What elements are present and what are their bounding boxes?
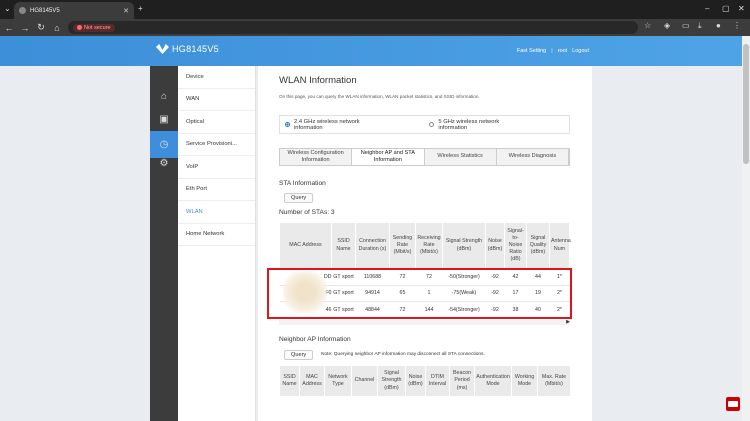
menu-item-wlan[interactable]: WLAN — [178, 201, 255, 224]
sidebar-menu: Device WAN Optical Service Provisioni...… — [178, 66, 256, 421]
menu-item-optical[interactable]: Optical — [178, 111, 255, 134]
sta-column-header: Connection Duration (s) — [355, 222, 390, 269]
device-model: HG8145V5 — [172, 44, 219, 54]
neighbor-column-header: Authentication Mode — [474, 365, 512, 397]
neighbor-column-header: Working Mode — [511, 365, 538, 397]
favicon-icon — [19, 7, 26, 14]
menu-item-service-provisioning[interactable]: Service Provisioni... — [178, 134, 255, 156]
sta-column-header: Signal Strength (dBm) — [442, 222, 486, 269]
sta-query-button[interactable]: Query — [284, 193, 314, 203]
reload-icon[interactable]: ↻ — [34, 22, 48, 33]
extension-icon[interactable]: ◈ — [664, 21, 670, 30]
sta-column-header: Antenna Num — [549, 222, 571, 269]
neighbor-column-header: Beacon Period (ms) — [449, 365, 475, 397]
gear-icon[interactable]: ⚙ — [150, 152, 178, 174]
new-tab-icon[interactable]: + — [138, 4, 143, 13]
neighbor-column-header: MAC Address — [299, 365, 325, 397]
app-header: HG8145V5 Fast Setting | root Logout — [0, 36, 750, 66]
address-bar-row: ← → ↻ ⌂ Not secure — [0, 19, 750, 36]
sta-section-title: STA Information — [279, 180, 326, 187]
tab-search-icon[interactable]: ⌄ — [4, 4, 11, 13]
video-logo-icon — [726, 397, 740, 411]
forward-icon[interactable]: → — [18, 23, 32, 33]
warning-icon — [77, 25, 82, 30]
main-content: WLAN Information On this page, you can q… — [258, 66, 592, 421]
radio-2-4ghz-label: 2.4 GHz wireless network information — [293, 118, 360, 131]
profile-icon[interactable]: ● — [716, 21, 721, 30]
menu-item-eth-port[interactable]: Eth Port — [178, 179, 255, 201]
table-horizontal-scrollbar[interactable]: ▶ — [279, 319, 570, 325]
radio-checked-icon[interactable] — [285, 122, 290, 127]
back-icon[interactable]: ← — [2, 23, 16, 33]
page-description: On this page, you can query the WLAN inf… — [279, 94, 480, 99]
download-icon[interactable]: ⤓ — [698, 21, 702, 31]
radio-5ghz-label: 5 GHz wireless network information — [438, 118, 500, 131]
menu-item-voip[interactable]: VoIP — [178, 156, 255, 179]
sta-column-header: Noise (dBm) — [485, 222, 505, 269]
username: root — [557, 48, 568, 54]
page-title: WLAN Information — [279, 75, 357, 86]
minimize-icon[interactable]: – — [705, 4, 709, 13]
advanced-icon[interactable]: ▣ — [150, 108, 178, 130]
neighbor-column-header: SSID Name — [279, 365, 300, 397]
logout-link[interactable]: Logout — [572, 48, 589, 54]
not-secure-label: Not secure — [84, 24, 111, 31]
neighbor-note: Note: Querying neighbor AP information m… — [321, 352, 485, 357]
tab-title: HG8145V5 — [30, 7, 60, 14]
tab-neighbor-ap-sta[interactable]: Neighbor AP and STA Information — [352, 149, 425, 165]
huawei-logo: HG8145V5 — [156, 44, 219, 54]
menu-item-device[interactable]: Device — [178, 66, 255, 89]
sidepanel-icon[interactable]: ▭ — [682, 21, 690, 30]
radio-5ghz[interactable]: 5 GHz wireless network information — [429, 119, 529, 131]
radio-unchecked-icon[interactable] — [429, 122, 435, 127]
huawei-flower-icon — [156, 44, 169, 54]
menu-item-home-network[interactable]: Home Network — [178, 224, 255, 246]
fast-setting-link[interactable]: Fast Setting — [517, 48, 546, 54]
neighbor-column-header: Max. Rate (Mbit/s) — [537, 365, 571, 397]
scroll-right-icon[interactable]: ▶ — [566, 319, 570, 325]
browser-tab[interactable]: HG8145V5 ✕ — [14, 2, 134, 19]
sta-column-header: MAC Address — [279, 222, 332, 269]
neighbor-column-header: Signal Strength (dBm) — [377, 365, 406, 397]
neighbor-query-button[interactable]: Query — [284, 350, 314, 360]
sta-column-header: Sending Rate (Mbit/s) — [389, 222, 416, 269]
sta-count: Number of STAs: 3 — [279, 209, 335, 216]
neighbor-table: SSID Name MAC Address Network Type Channel S… — [279, 365, 571, 397]
info-tabs: Wireless Configuration Information Neigh… — [279, 148, 570, 166]
sidebar-icon-bar: ⌂ ▣ ◷ ⚙ — [150, 66, 178, 421]
neighbor-column-header: DTIM Interval — [425, 365, 450, 397]
close-window-icon[interactable]: ✕ — [738, 4, 745, 13]
browser-menu-icon[interactable]: ⋮ — [733, 21, 741, 30]
bookmark-star-icon[interactable]: ☆ — [644, 21, 651, 30]
sta-table-header: MAC Address SSID Name Connection Duration … — [279, 222, 571, 269]
maximize-icon[interactable]: ▢ — [722, 4, 730, 13]
menu-item-wan[interactable]: WAN — [178, 89, 255, 111]
sta-column-header: Signal-to-Noise Ratio (dB) — [504, 222, 527, 269]
neighbor-column-header: Channel — [351, 365, 378, 397]
neighbor-column-header: Noise (dBm) — [405, 365, 426, 397]
band-selector: 2.4 GHz wireless network information 5 G… — [279, 115, 570, 134]
neighbor-column-header: Network Type — [324, 365, 352, 397]
url-field[interactable]: Not secure — [68, 21, 638, 34]
divider: | — [551, 48, 553, 54]
close-tab-icon[interactable]: ✕ — [123, 7, 129, 15]
tab-wireless-statistics[interactable]: Wireless Statistics — [424, 149, 497, 165]
sta-column-header: Receiving Rate (Mbit/s) — [415, 222, 443, 269]
browser-tab-bar: ⌄ HG8145V5 ✕ + – ▢ ✕ — [0, 0, 750, 19]
home-browser-icon[interactable]: ⌂ — [50, 23, 64, 33]
header-links: Fast Setting | root Logout — [517, 48, 589, 54]
scrollbar-thumb[interactable] — [743, 44, 749, 164]
neighbor-table-header: SSID Name MAC Address Network Type Channel S… — [279, 365, 571, 397]
not-secure-badge[interactable]: Not secure — [73, 23, 115, 32]
sta-column-header: SSID Name — [331, 222, 356, 269]
tab-wireless-diagnosis[interactable]: Wireless Diagnosis — [496, 149, 569, 165]
radio-2-4ghz[interactable]: 2.4 GHz wireless network information — [285, 119, 389, 131]
neighbor-section-title: Neighbor AP Information — [279, 336, 351, 343]
page-vertical-scrollbar[interactable] — [742, 36, 750, 421]
tab-wireless-configuration[interactable]: Wireless Configuration Information — [280, 149, 353, 165]
sta-column-header: Signal Quality (dBm) — [526, 222, 550, 269]
highlight-box — [267, 268, 572, 319]
home-icon[interactable]: ⌂ — [150, 85, 178, 107]
